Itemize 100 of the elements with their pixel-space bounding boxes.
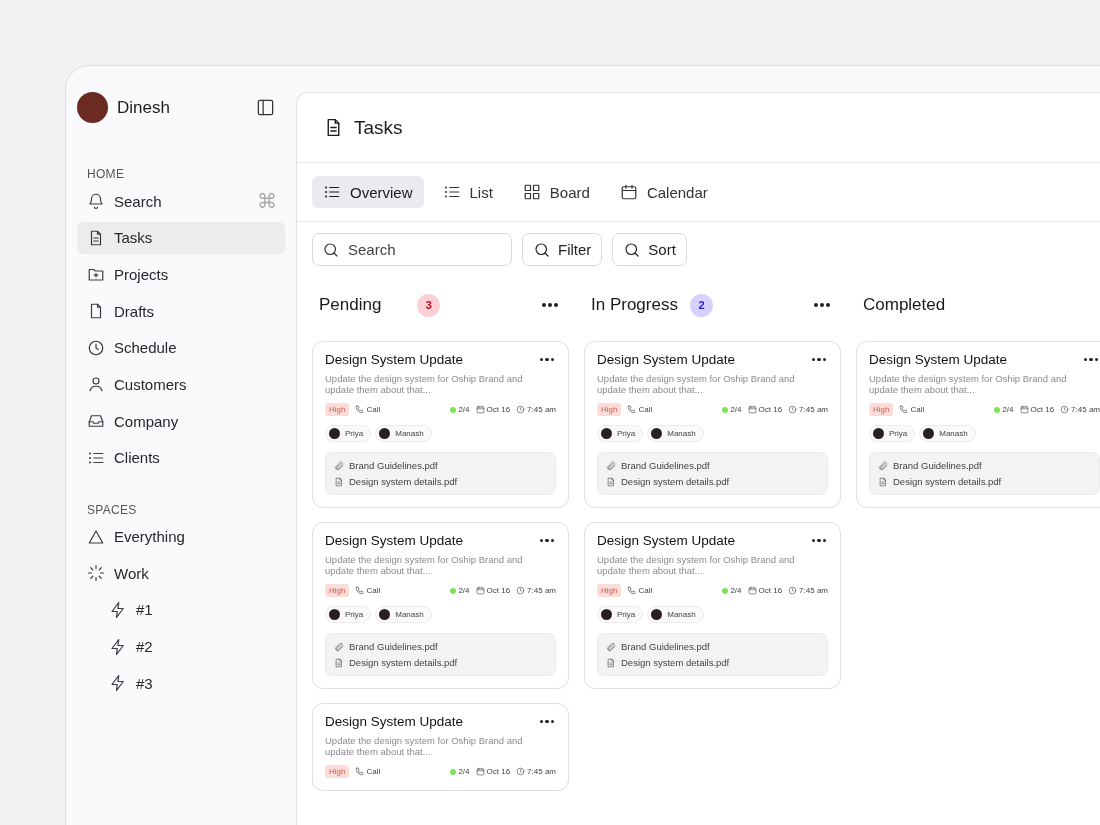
due-date: Oct 16 [758,405,783,414]
priority-tag: High [325,584,350,597]
view-tab[interactable]: List [431,176,504,208]
card-title: Design System Update [325,352,464,367]
task-type: Call [366,405,381,414]
page-title: Tasks [354,116,403,139]
calendar-icon [475,767,485,776]
due-date: Oct 16 [486,767,511,776]
view-tab[interactable]: Board [511,176,601,208]
phone-icon [355,586,365,595]
avatar-icon [601,609,612,620]
user-icon [87,375,105,394]
due-time: 7:45 am [1071,405,1100,414]
count-badge: 2 [689,293,713,317]
file-icon [606,657,616,668]
assignee-chip[interactable]: Manash [375,425,432,442]
priority-tag: High [325,765,350,778]
sort-button[interactable]: Sort [612,233,687,266]
sidebar-item[interactable]: Customers [77,368,285,401]
file-icon [878,476,888,487]
due-date: Oct 16 [758,586,783,595]
assignee-chip[interactable]: Manash [647,425,704,442]
due-date: Oct 16 [486,586,511,595]
filter-button[interactable]: Filter [522,233,603,266]
priority-tag: High [869,403,894,416]
card-title: Design System Update [325,714,464,729]
sidebar-item[interactable]: Clients [77,441,285,474]
user-avatar[interactable] [77,92,108,123]
phone-icon [355,767,365,776]
column-title: Completed [863,295,946,315]
lightning-icon [109,600,127,619]
task-type: Call [910,405,925,414]
assignee-chip[interactable]: Priya [597,425,644,442]
card-description: Update the design system for Oship Brand and update them about that... [597,373,796,395]
card-title: Design System Update [325,533,464,548]
attachment-link[interactable]: Brand Guidelines.pdf [621,460,710,471]
sidebar-item[interactable]: Everything [77,520,285,553]
card-title: Design System Update [597,533,736,548]
sidebar-item[interactable]: #2 [99,630,285,663]
status-dot-icon [450,406,457,413]
card-title: Design System Update [869,352,1008,367]
attachment-link[interactable]: Design system details.pdf [621,657,730,668]
card-title: Design System Update [597,352,736,367]
sidebar-item[interactable]: Schedule [77,331,285,364]
status-dot-icon [450,768,457,775]
calendar-icon [747,405,757,414]
sidebar-item[interactable]: #3 [99,667,285,700]
phone-icon [899,405,909,414]
sidebar-item[interactable]: Projects [77,258,285,291]
sidebar-item[interactable]: Company [77,405,285,438]
sidebar-item[interactable]: Search ⌘ [77,185,285,217]
attachment-link[interactable]: Brand Guidelines.pdf [349,641,438,652]
avatar-icon [873,428,884,439]
phone-icon [627,586,637,595]
search-field[interactable]: Search [312,233,512,266]
attachment-link[interactable]: Brand Guidelines.pdf [621,641,710,652]
avatar-icon [651,609,663,620]
attachment-link[interactable]: Design system details.pdf [349,657,458,668]
search-icon [533,240,551,259]
bell-icon [87,192,105,210]
view-tab[interactable]: Overview [312,176,424,208]
grid-icon [522,183,541,201]
column-title: In Progress [591,295,678,315]
attachment-link[interactable]: Brand Guidelines.pdf [893,460,982,471]
due-time: 7:45 am [527,405,556,414]
lightning-icon [109,637,127,656]
assignee-chip[interactable]: Priya [597,606,644,623]
due-time: 7:45 am [527,586,556,595]
priority-tag: High [597,584,622,597]
attachment-link[interactable]: Brand Guidelines.pdf [349,460,438,471]
shortcut-icon: ⌘ [257,189,277,213]
attachment-link[interactable]: Design system details.pdf [893,476,1002,487]
assignee-chip[interactable]: Manash [647,606,704,623]
sidebar-item[interactable]: Drafts [77,295,285,328]
sidebar-toggle-icon[interactable] [256,98,275,117]
assignee-chip[interactable]: Priya [869,425,916,442]
avatar-icon [379,609,391,620]
clock-icon [1060,405,1070,414]
paperclip-icon [334,641,344,652]
assignee-chip[interactable]: Manash [919,425,976,442]
paperclip-icon [334,460,344,471]
assignee-chip[interactable]: Priya [325,425,372,442]
view-tab[interactable]: Calendar [608,176,719,208]
attachment-link[interactable]: Design system details.pdf [621,476,730,487]
due-time: 7:45 am [527,767,556,776]
clock-icon [516,405,526,414]
assignee-chip[interactable]: Manash [375,606,432,623]
attachment-link[interactable]: Design system details.pdf [349,476,458,487]
user-name: Dinesh [117,97,170,118]
calendar-icon [1019,405,1029,414]
count-badge: 3 [417,293,441,317]
sidebar-item[interactable]: Work [77,557,285,590]
sidebar-item[interactable]: #1 [99,593,285,626]
subtask-count: 2/4 [730,405,742,414]
avatar-icon [329,428,340,439]
assignee-chip[interactable]: Priya [325,606,372,623]
task-type: Call [638,405,653,414]
due-time: 7:45 am [799,586,828,595]
due-time: 7:45 am [799,405,828,414]
sidebar-item[interactable]: Tasks [77,221,285,254]
